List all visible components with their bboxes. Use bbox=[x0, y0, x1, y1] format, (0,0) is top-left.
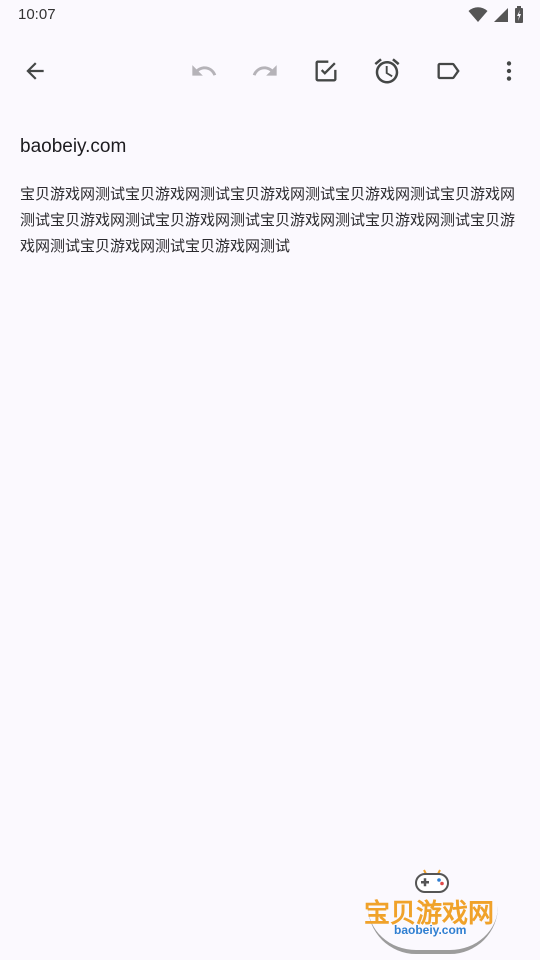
status-icons bbox=[468, 6, 524, 24]
undo-button[interactable] bbox=[186, 53, 222, 89]
note-body[interactable]: 宝贝游戏网测试宝贝游戏网测试宝贝游戏网测试宝贝游戏网测试宝贝游戏网测试宝贝游戏网… bbox=[20, 181, 520, 259]
watermark-logo: 宝贝游戏网 baobeiy.com bbox=[362, 866, 512, 954]
alarm-icon bbox=[374, 58, 400, 84]
checkbox-button[interactable] bbox=[308, 53, 344, 89]
undo-icon bbox=[192, 65, 217, 76]
status-time: 10:07 bbox=[18, 6, 56, 23]
note-title[interactable]: baobeiy.com bbox=[20, 136, 126, 158]
back-button[interactable] bbox=[17, 53, 53, 89]
more-options-button[interactable] bbox=[491, 53, 527, 89]
note-toolbar bbox=[0, 42, 540, 100]
status-bar: 10:07 bbox=[0, 0, 540, 32]
checkbox-icon bbox=[315, 60, 337, 82]
wifi-icon bbox=[468, 7, 488, 22]
gamepad-icon bbox=[415, 869, 449, 893]
battery-charging-icon bbox=[515, 6, 523, 23]
redo-icon bbox=[252, 65, 277, 76]
reminder-button[interactable] bbox=[369, 53, 405, 89]
redo-button[interactable] bbox=[247, 53, 283, 89]
watermark-url: baobeiy.com bbox=[394, 923, 467, 937]
label-icon bbox=[437, 62, 460, 80]
signal-icon bbox=[494, 8, 508, 22]
back-arrow-icon bbox=[26, 62, 44, 80]
label-button[interactable] bbox=[430, 53, 466, 89]
more-vert-icon bbox=[506, 61, 512, 81]
